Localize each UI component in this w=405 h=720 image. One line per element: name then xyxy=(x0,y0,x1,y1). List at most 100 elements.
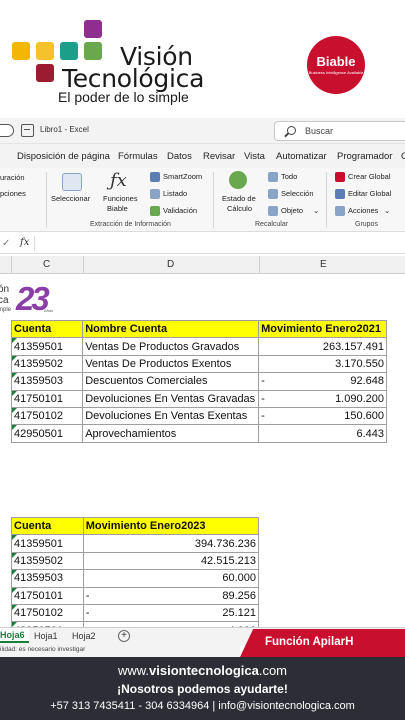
amount-cell[interactable]: - 92.648 xyxy=(258,372,387,391)
amount-cell[interactable]: - 150.600 xyxy=(258,406,387,426)
functions-icon: ƒx xyxy=(110,170,127,191)
account-cell[interactable]: 41359501 xyxy=(11,534,84,553)
amount-cell[interactable]: 394.736.236 xyxy=(82,534,260,553)
amount-cell[interactable]: - 25.121 xyxy=(82,603,260,623)
account-name-cell[interactable]: Aprovechamientos xyxy=(82,424,260,443)
account-cell[interactable]: 41359503 xyxy=(11,569,84,588)
ribbon-options-button[interactable]: pciones xyxy=(0,189,26,198)
functions-button-line1[interactable]: Funciones xyxy=(103,194,138,203)
footer-website: www.visiontecnologica.com xyxy=(0,663,405,678)
account-name-cell[interactable]: Devoluciones En Ventas Exentas xyxy=(82,406,260,426)
account-name-cell-text: Ventas De Productos Exentos xyxy=(85,357,232,370)
account-name-cell-text: Ventas De Productos Gravados xyxy=(85,340,240,353)
amount-cell[interactable]: 42.515.213 xyxy=(82,551,260,571)
account-cell[interactable]: 41359503 xyxy=(10,372,84,391)
recalc-object-button[interactable]: Objeto xyxy=(281,206,303,215)
column-header-e[interactable]: E xyxy=(320,259,327,270)
sheet-tab-hoja2[interactable]: Hoja2 xyxy=(72,631,96,641)
list-icon xyxy=(150,189,160,199)
accessibility-status[interactable]: ilidad: es necesario investigar xyxy=(0,646,85,653)
tab-partial-right[interactable]: C xyxy=(401,151,405,162)
smartzoom-button[interactable]: SmartZoom xyxy=(163,172,202,181)
account-cell[interactable]: 41750101 xyxy=(11,586,84,605)
brand-header: Visión Tecnológica El poder de lo simple… xyxy=(0,0,405,118)
negative-sign: - xyxy=(261,410,265,423)
biable-logo: Biable Business Intelligence Available xyxy=(307,36,365,94)
account-cell[interactable]: 41359501 xyxy=(10,337,84,356)
account-cell[interactable]: 41750102 xyxy=(11,603,84,623)
ribbon-config-button[interactable]: uración xyxy=(0,173,25,182)
header-cell[interactable]: Cuenta xyxy=(10,319,84,339)
amount-cell[interactable]: - 1.090.200 xyxy=(258,389,387,408)
validation-button[interactable]: Validación xyxy=(163,206,197,215)
header-cell[interactable]: Nombre Cuenta xyxy=(82,319,260,339)
table-row: 41359501 Ventas De Productos Gravados 263.… xyxy=(10,337,387,356)
calc-status-line2[interactable]: Cálculo xyxy=(227,204,252,213)
actions-button[interactable]: Acciones xyxy=(348,206,378,215)
account-cell-text: 42950501 xyxy=(14,427,63,440)
list-button[interactable]: Listado xyxy=(163,189,187,198)
account-cell[interactable]: 41750101 xyxy=(10,389,84,408)
ribbon-tabs: r Disposición de página Fórmulas Datos R… xyxy=(0,144,405,168)
amount-value: 394.736.236 xyxy=(194,537,256,550)
functions-button-line2[interactable]: Biable xyxy=(107,204,128,213)
tab-review[interactable]: Revisar xyxy=(203,151,235,162)
create-global-icon xyxy=(335,172,345,182)
ribbon-divider xyxy=(326,172,327,228)
account-cell[interactable]: 42950501 xyxy=(10,424,84,443)
worksheet[interactable]: ón ca mple 23 Años Cuenta Nombre Cuenta … xyxy=(0,274,405,640)
amount-cell[interactable]: 60.000 xyxy=(82,569,260,588)
amount-cell[interactable]: 3.170.550 xyxy=(258,354,387,374)
group-label-extraction: Extracción de Información xyxy=(90,221,171,228)
recalc-all-button[interactable]: Todo xyxy=(281,172,297,181)
anniversary-text-3: mple xyxy=(0,307,12,313)
table-row: 41750102 - 25.121 xyxy=(11,603,260,623)
status-bar: ilidad: es necesario investigar xyxy=(0,645,240,657)
insert-function-button[interactable]: fx xyxy=(20,237,29,248)
tab-developer[interactable]: Programador xyxy=(337,151,392,162)
account-cell[interactable]: 41359502 xyxy=(11,551,84,571)
search-box[interactable]: Buscar xyxy=(274,121,405,141)
header-cell[interactable]: Movimiento Enero2023 xyxy=(82,516,260,536)
header-cell[interactable]: Movimiento Enero2021 xyxy=(258,319,387,339)
save-icon[interactable] xyxy=(21,124,34,137)
tab-formulas[interactable]: Fórmulas xyxy=(118,151,158,162)
amount-value: 60.000 xyxy=(222,572,256,585)
add-sheet-icon[interactable]: + xyxy=(118,630,130,642)
tab-automate[interactable]: Automatizar xyxy=(276,151,327,162)
error-indicator-icon xyxy=(12,553,17,558)
account-name-cell[interactable]: Ventas De Productos Exentos xyxy=(82,354,260,374)
sheet-tab-hoja1[interactable]: Hoja1 xyxy=(34,631,58,641)
brand-tagline: El poder de lo simple xyxy=(58,89,189,105)
account-name-cell[interactable]: Devoluciones En Ventas Gravadas xyxy=(82,389,260,408)
column-header-c[interactable]: C xyxy=(43,259,50,270)
ribbon-divider xyxy=(46,172,47,228)
recalc-selection-button[interactable]: Selección xyxy=(281,189,314,198)
calc-status-line1[interactable]: Estado de xyxy=(222,194,256,203)
edit-global-button[interactable]: Editar Global xyxy=(348,189,391,198)
error-indicator-icon xyxy=(12,408,17,413)
account-cell-text: 41359502 xyxy=(14,554,63,567)
account-name-cell[interactable]: Descuentos Comerciales xyxy=(82,372,260,391)
column-header-d[interactable]: D xyxy=(167,259,174,270)
account-cell-text: 41750102 xyxy=(14,607,63,620)
tab-page-layout[interactable]: Disposición de página xyxy=(17,151,110,162)
create-global-button[interactable]: Crear Global xyxy=(348,172,391,181)
amount-cell[interactable]: - 89.256 xyxy=(82,586,260,605)
anniversary-text-2: ca xyxy=(0,295,9,306)
amount-cell[interactable]: 6.443 xyxy=(258,424,387,443)
account-cell[interactable]: 41750102 xyxy=(10,406,84,426)
chevron-down-icon[interactable]: ⌄ xyxy=(313,206,319,215)
select-button[interactable]: Seleccionar xyxy=(51,194,90,203)
autosave-toggle[interactable] xyxy=(0,124,14,137)
tab-data[interactable]: Datos xyxy=(167,151,192,162)
formula-input[interactable] xyxy=(34,236,405,251)
account-name-cell[interactable]: Ventas De Productos Gravados xyxy=(82,337,260,356)
amount-cell[interactable]: 263.157.491 xyxy=(258,337,387,356)
sheet-tab-hoja6[interactable]: Hoja6 xyxy=(0,628,29,643)
header-cell[interactable]: Cuenta xyxy=(11,516,84,536)
chevron-down-icon[interactable]: ⌄ xyxy=(384,206,390,215)
cancel-edit-icon[interactable]: ✓ xyxy=(2,238,10,249)
account-cell[interactable]: 41359502 xyxy=(10,354,84,374)
tab-view[interactable]: Vista xyxy=(244,151,265,162)
